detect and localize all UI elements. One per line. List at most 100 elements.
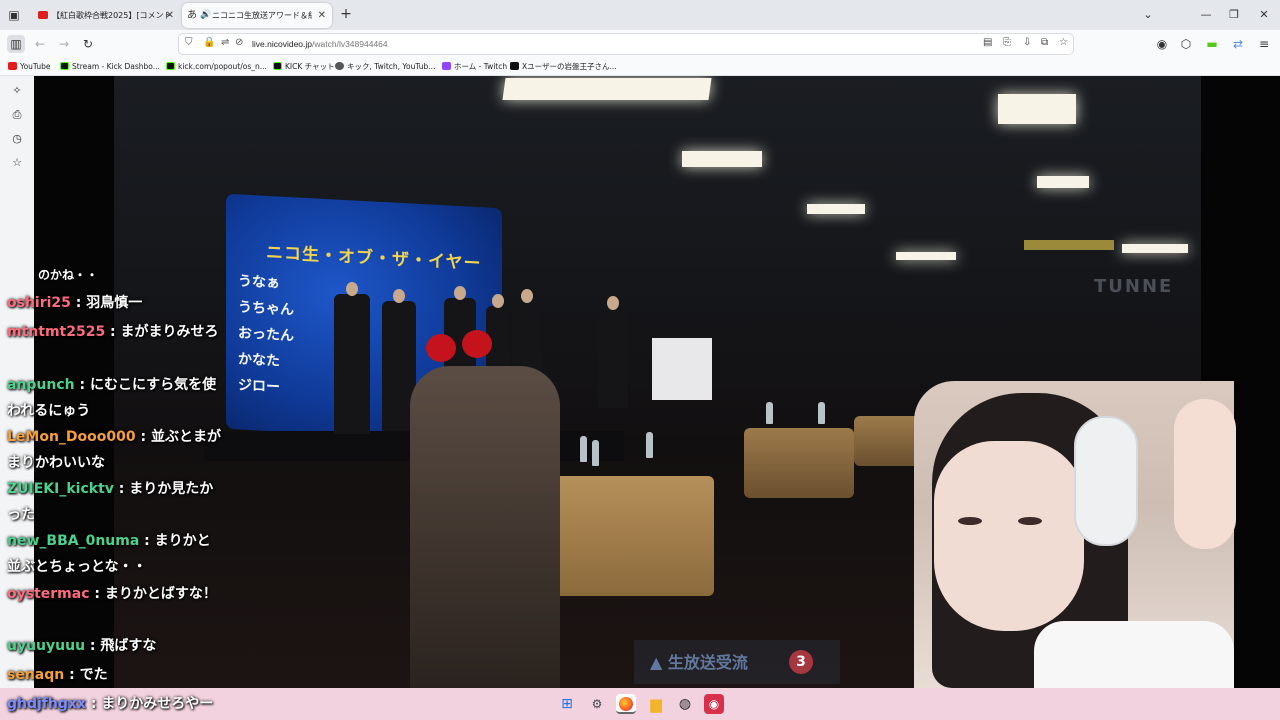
url-bar[interactable]: ⛉ 🔒 ⇌ ⊘ live.nicovideo.jp/watch/lv348944… (178, 33, 1074, 55)
navigation-bar: ▥ ← → ↻ ⛉ 🔒 ⇌ ⊘ live.nicovideo.jp/watch/… (0, 30, 1280, 58)
folder-icon[interactable]: ▆ (646, 694, 666, 714)
kick-icon (166, 62, 175, 70)
sidebar-toggle-icon[interactable]: ▥ (7, 35, 25, 53)
back-icon[interactable]: ← (31, 35, 49, 53)
screen-name: おったん (238, 325, 294, 345)
kick-extension-icon[interactable]: ▬ (1203, 35, 1221, 53)
chat-message: ghdjfhgxx : まりかみせろやー (7, 696, 214, 712)
bookmark-multi-chat[interactable]: キック, Twitch, YouTub... (335, 58, 435, 76)
person (334, 282, 370, 434)
app-icon[interactable]: ◉ (704, 694, 724, 714)
translate-extension-icon[interactable]: ⇄ (1229, 35, 1247, 53)
chat-username: new_BBA_0numa (7, 533, 140, 549)
face (934, 441, 1084, 631)
extensions-icon[interactable]: ⬡ (1177, 35, 1195, 53)
tab-youtube[interactable]: 【紅白歌枠合戦2025】[コメント非 ✕ (30, 3, 180, 28)
autoplay-icon[interactable]: ⊘ (235, 37, 243, 48)
chat-username: anpunch (7, 377, 75, 393)
url-path: /watch/lv348944464 (312, 39, 388, 49)
chat-message: mtntmt2525 : まがまりみせろ (7, 324, 219, 340)
reader-view-icon[interactable]: ▤ (983, 37, 992, 48)
account-icon[interactable]: ◉ (1153, 35, 1171, 53)
screenshot-icon[interactable]: ⎘ (1003, 37, 1011, 48)
chat-text: まりかみせろやー (101, 696, 214, 712)
shirt (1034, 621, 1234, 688)
table (744, 428, 854, 498)
new-tab-icon[interactable]: + (336, 4, 356, 24)
audience-member (410, 366, 560, 688)
restore-icon[interactable]: ❐ (1220, 5, 1248, 25)
chat-username: uyuuyuuu (7, 638, 86, 654)
ceiling-light (1037, 176, 1089, 188)
menu-icon[interactable]: ≡ (1255, 35, 1273, 53)
twitch-icon (442, 62, 451, 70)
screen-name: うなぁ (238, 273, 280, 292)
chat-message: anpunch : にむこにすら気を使われるにゅう (7, 377, 217, 419)
bookmark-kick-chat[interactable]: KICK チャット (273, 58, 335, 76)
chat-message: oshiri25 : 羽鳥慎一 (7, 295, 143, 311)
translate-icon[interactable]: ⧉ (1041, 37, 1048, 48)
history-icon[interactable]: ◷ (9, 131, 25, 147)
close-window-icon[interactable]: ✕ (1250, 5, 1278, 25)
speaker-icon[interactable]: 🔊 (200, 3, 211, 28)
chat-username: senaqn (7, 667, 65, 683)
close-tab-icon[interactable]: ✕ (166, 3, 174, 28)
lock-icon[interactable]: 🔒 (203, 37, 215, 48)
chat-message: oystermac : まりかとばすな！ (7, 586, 217, 602)
reload-icon[interactable]: ↻ (79, 35, 97, 53)
settings-icon[interactable]: ⚙ (587, 694, 607, 714)
bottle (818, 402, 825, 424)
person (598, 296, 628, 408)
chat-message: ZUIEKI_kicktv : まりか見たかった (7, 481, 214, 523)
chat-message: uyuuyuuu : 飛ばすな (7, 638, 157, 654)
bottle (580, 436, 587, 462)
chat-username: ghdjfhgxx (7, 696, 86, 712)
chevron-down-icon[interactable]: ⌄ (1134, 5, 1162, 25)
bottle (646, 432, 653, 458)
bookmark-label: Xユーザーの岩盤王子さん... (522, 62, 617, 71)
obs-icon[interactable]: ◍ (675, 694, 695, 714)
permissions-icon[interactable]: ⇌ (221, 37, 229, 48)
shield-icon[interactable]: ⛉ (185, 37, 193, 48)
synced-tabs-icon[interactable]: ⎙ (9, 107, 25, 123)
url-text[interactable]: live.nicovideo.jp/watch/lv348944464 (252, 34, 388, 54)
minimize-icon[interactable]: — (1192, 5, 1220, 25)
chat-text: 飛ばすな (100, 638, 157, 654)
headphone (1074, 416, 1138, 546)
bookmark-youtube[interactable]: YouTube (8, 58, 51, 76)
download-icon[interactable]: ⇩ (1023, 37, 1031, 48)
tab-list-icon[interactable]: ▣ (6, 7, 22, 23)
bookmark-twitch[interactable]: ホーム - Twitch (442, 58, 507, 76)
kick-icon (60, 62, 69, 70)
bookmark-label: KICK チャット (285, 62, 335, 71)
ai-chat-icon[interactable]: ✧ (9, 83, 25, 99)
chat-username: ZUIEKI_kicktv (7, 481, 114, 497)
tab-niconico[interactable]: あ 🔊 ニコニコ生放送アワード＆紅白 ✕ (182, 3, 332, 28)
bookmarks-icon[interactable]: ☆ (9, 155, 25, 171)
ceiling-light (807, 204, 865, 214)
ceiling-light (896, 252, 956, 260)
firefox-icon[interactable] (616, 694, 636, 714)
bookmark-kick-dashboard[interactable]: Stream - Kick Dashbo... (60, 58, 160, 76)
bookmark-kick-popout[interactable]: kick.com/popout/os_n... (166, 58, 267, 76)
forward-icon[interactable]: → (55, 35, 73, 53)
banner-label: ▲ 生放送受流 (650, 653, 748, 672)
bookmark-star-icon[interactable]: ☆ (1059, 37, 1068, 48)
chat-icon (335, 62, 344, 70)
ceiling-panel (1024, 240, 1114, 250)
eye (1018, 517, 1042, 525)
venue-sign: TUNNE (1094, 276, 1174, 297)
banner-count: 3 (789, 650, 813, 674)
youtube-icon (38, 11, 48, 19)
close-tab-icon[interactable]: ✕ (318, 3, 326, 28)
streamer-webcam (914, 381, 1236, 688)
chat-text: でた (79, 667, 108, 683)
bookmark-x[interactable]: Xユーザーの岩盤王子さん... (510, 58, 617, 76)
screen-title: ニコ生・オブ・ザ・イヤー (266, 242, 482, 275)
chat-cut-text: のかね・・ (38, 268, 99, 282)
bookmark-label: YouTube (20, 62, 51, 71)
screen-name: ジロー (238, 377, 280, 396)
live-stream-banner[interactable]: ▲ 生放送受流 3 (634, 640, 840, 684)
bottle (766, 402, 773, 424)
windows-start-icon[interactable]: ⊞ (557, 694, 577, 714)
